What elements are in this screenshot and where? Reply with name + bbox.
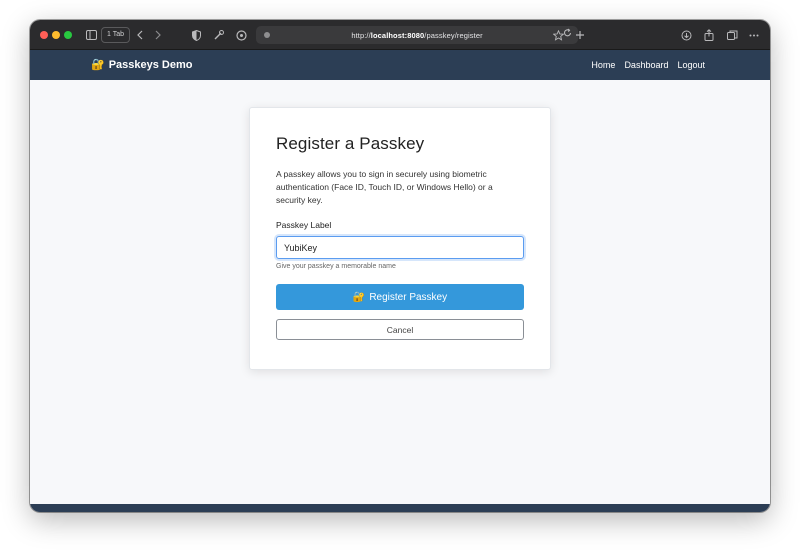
nav-link-logout[interactable]: Logout [677,60,705,70]
brand-label: Passkeys Demo [108,58,193,71]
site-settings-icon[interactable] [264,32,270,38]
minimize-window-button[interactable] [52,31,60,39]
register-passkey-card: Register a Passkey A passkey allows you … [249,107,551,370]
download-icon[interactable] [680,27,692,43]
zoom-window-button[interactable] [64,31,72,39]
cancel-button[interactable]: Cancel [276,319,524,340]
app-navbar: 🔐 Passkeys Demo Home Dashboard Logout [30,50,770,80]
browser-window: 1 Tab http://localhost:8080/passkey/regi… [30,20,770,512]
page-title: Register a Passkey [276,134,425,153]
close-window-button[interactable] [40,31,48,39]
tab-count-button[interactable]: 1 Tab [101,27,130,43]
passkey-label-label: Passkey Label [276,220,332,230]
lock-key-icon: 🔐 [91,59,105,71]
shield-icon[interactable] [190,27,202,43]
passkey-label-input[interactable] [276,236,524,259]
chevron-left-icon[interactable] [135,27,145,43]
reload-icon[interactable] [563,28,572,41]
page-content: Register a Passkey A passkey allows you … [30,80,770,504]
nav-link-dashboard[interactable]: Dashboard [624,60,668,70]
address-bar[interactable]: http://localhost:8080/passkey/register [256,26,578,44]
lock-key-icon: 🔐 [352,291,366,303]
passkey-label-help: Give your passkey a memorable name [276,263,396,270]
register-passkey-label: Register Passkey [369,291,448,303]
tabs-overview-icon[interactable] [726,27,738,43]
chevron-right-icon[interactable] [153,27,163,43]
plus-icon[interactable] [574,27,586,43]
brand-link[interactable]: 🔐 Passkeys Demo [91,58,193,72]
nav-links: Home Dashboard Logout [591,60,705,70]
sidebar-icon[interactable] [85,27,97,43]
star-icon[interactable] [552,27,564,43]
register-passkey-button[interactable]: 🔐 Register Passkey [276,284,524,310]
nav-link-home[interactable]: Home [591,60,615,70]
tools-icon[interactable] [213,27,225,43]
extension-icon[interactable] [235,27,247,43]
footer-bar [30,504,770,512]
address-url: http://localhost:8080/passkey/register [351,30,483,40]
card-description: A passkey allows you to sign in securely… [276,169,493,205]
more-icon[interactable] [748,27,760,43]
share-icon[interactable] [703,27,715,43]
browser-toolbar: 1 Tab http://localhost:8080/passkey/regi… [30,20,770,50]
